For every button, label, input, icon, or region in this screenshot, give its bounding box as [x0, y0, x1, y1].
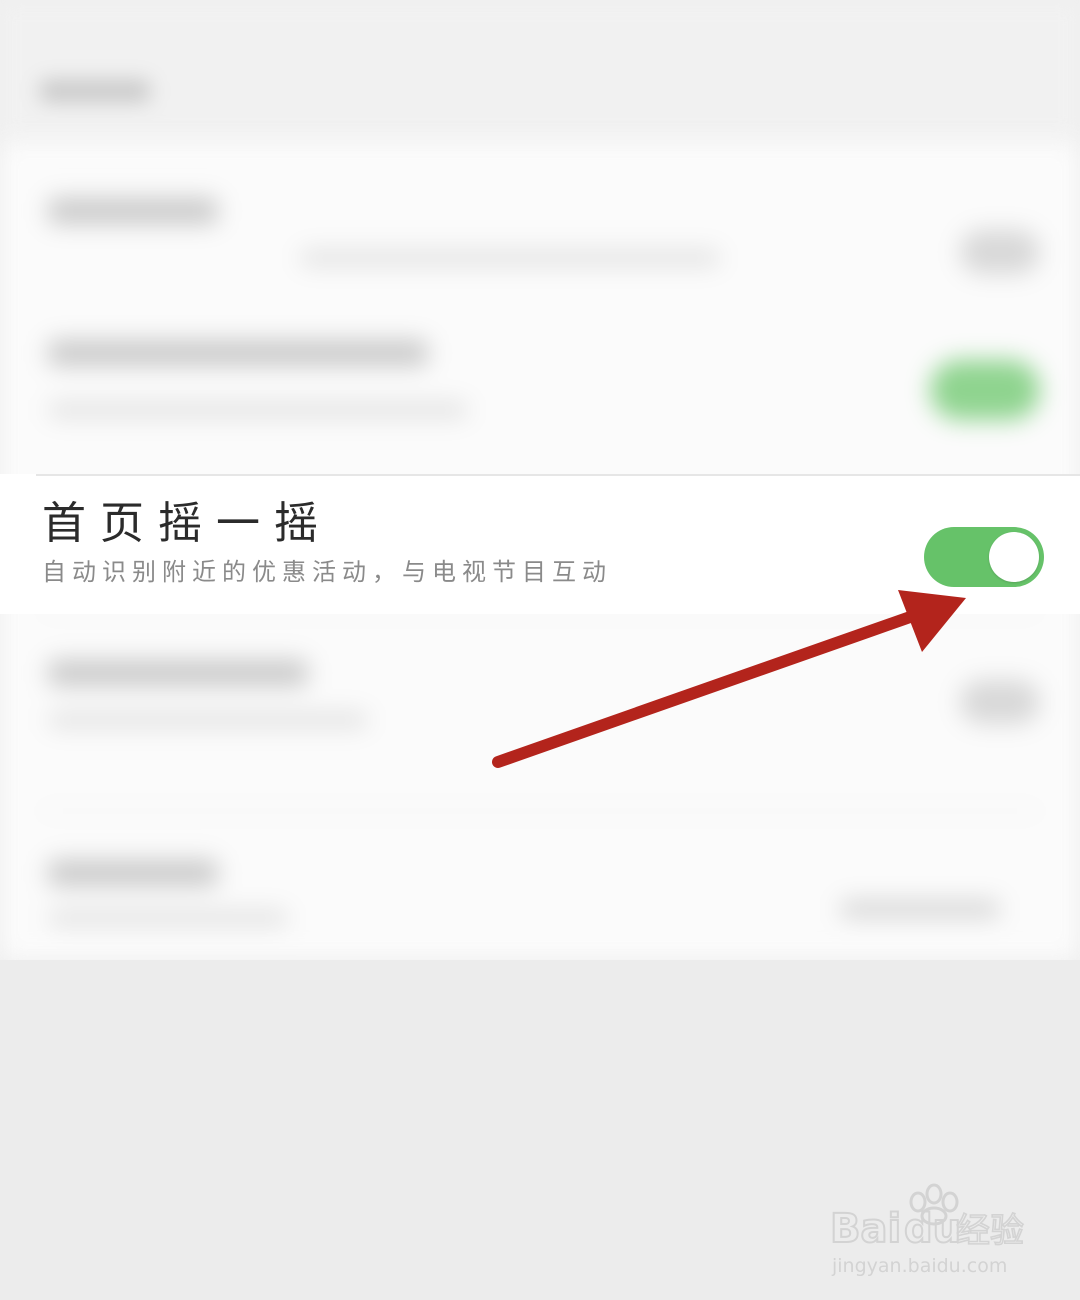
watermark-brand-a: Bai: [830, 1206, 901, 1252]
row-divider: [36, 474, 1080, 476]
baidu-paw-logo: Bai du 经验 jingyan.baidu.com: [829, 1183, 1025, 1277]
blurred-header: [0, 0, 1080, 140]
watermark-url: jingyan.baidu.com: [831, 1255, 1007, 1277]
toggle-knob: [989, 532, 1039, 582]
baidu-jingyan-watermark: Bai du 经验 jingyan.baidu.com: [826, 1180, 1046, 1280]
watermark-brand-b: du: [904, 1206, 961, 1252]
blurred-setting-row: [0, 320, 1080, 470]
setting-title: 首页摇一摇: [42, 498, 332, 549]
setting-subtitle: 自动识别附近的优惠活动，与电视节目互动: [42, 558, 612, 586]
blurred-setting-row: [0, 180, 1080, 320]
blurred-setting-row: [0, 630, 1080, 770]
blurred-setting-row: [0, 830, 1080, 970]
watermark-brand-cn: 经验: [956, 1211, 1024, 1251]
shake-toggle-switch[interactable]: [924, 527, 1044, 587]
